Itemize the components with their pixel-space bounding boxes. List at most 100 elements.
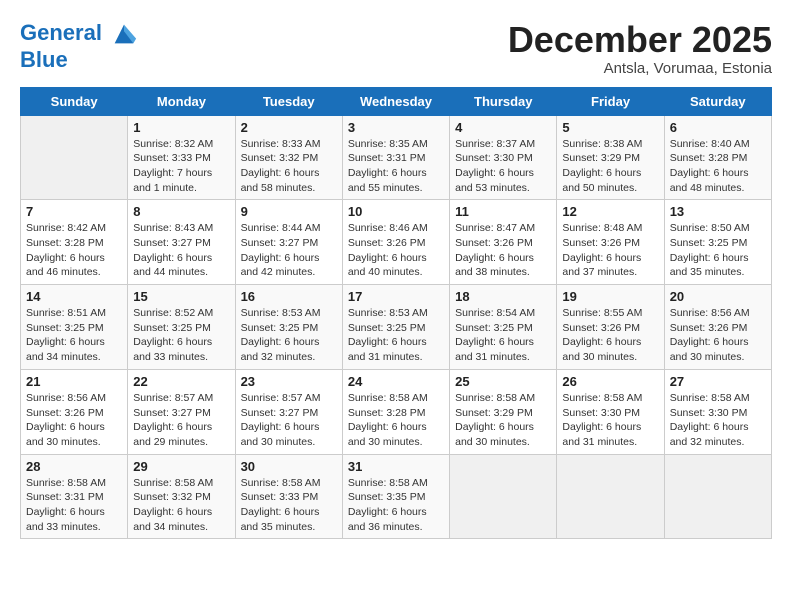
day-cell: 15 Sunrise: 8:52 AM Sunset: 3:25 PM Dayli…: [128, 285, 235, 370]
day-cell: 2Sunrise: 8:33 AM Sunset: 3:32 PM Daylig…: [235, 115, 342, 200]
day-info: Sunrise: 8:43 AM Sunset: 3:27 PM Dayligh…: [133, 221, 229, 280]
header-cell-wednesday: Wednesday: [342, 87, 449, 115]
header-cell-monday: Monday: [128, 87, 235, 115]
day-info: Sunrise: 8:53 AM Sunset: 3:25 PM Dayligh…: [348, 306, 444, 365]
day-cell: 17Sunrise: 8:53 AM Sunset: 3:25 PM Dayli…: [342, 285, 449, 370]
day-number: 4: [455, 120, 551, 135]
day-cell: 19 Sunrise: 8:55 AM Sunset: 3:26 PM Dayli…: [557, 285, 664, 370]
location-subtitle: Antsla, Vorumaa, Estonia: [508, 60, 772, 77]
week-row-4: 21Sunrise: 8:56 AM Sunset: 3:26 PM Dayli…: [21, 369, 772, 454]
day-number: 18: [455, 289, 551, 304]
day-info: Sunrise: 8:58 AM Sunset: 3:30 PM Dayligh…: [670, 391, 766, 450]
calendar-header: SundayMondayTuesdayWednesdayThursdayFrid…: [21, 87, 772, 115]
logo-icon: [110, 20, 138, 48]
day-info: Sunrise: 8:33 AM Sunset: 3:32 PM Dayligh…: [241, 137, 337, 196]
day-number: 6: [670, 120, 766, 135]
day-cell: 14Sunrise: 8:51 AM Sunset: 3:25 PM Dayli…: [21, 285, 128, 370]
day-cell: 26 Sunrise: 8:58 AM Sunset: 3:30 PM Dayli…: [557, 369, 664, 454]
day-cell: 30 Sunrise: 8:58 AM Sunset: 3:33 PM Dayli…: [235, 454, 342, 539]
day-number: 30: [241, 459, 337, 474]
day-number: 1: [133, 120, 229, 135]
day-cell: 25Sunrise: 8:58 AM Sunset: 3:29 PM Dayli…: [450, 369, 557, 454]
day-info: Sunrise: 8:44 AM Sunset: 3:27 PM Dayligh…: [241, 221, 337, 280]
day-number: 27: [670, 374, 766, 389]
day-cell: 8 Sunrise: 8:43 AM Sunset: 3:27 PM Daylig…: [128, 200, 235, 285]
header-cell-thursday: Thursday: [450, 87, 557, 115]
day-cell: 24 Sunrise: 8:58 AM Sunset: 3:28 PM Dayli…: [342, 369, 449, 454]
day-info: Sunrise: 8:58 AM Sunset: 3:32 PM Dayligh…: [133, 476, 229, 535]
page-header: General Blue December 2025 Antsla, Vorum…: [20, 20, 772, 77]
day-cell: 1 Sunrise: 8:32 AM Sunset: 3:33 PM Daylig…: [128, 115, 235, 200]
day-number: 19: [562, 289, 658, 304]
day-info: Sunrise: 8:58 AM Sunset: 3:31 PM Dayligh…: [26, 476, 122, 535]
day-number: 24: [348, 374, 444, 389]
day-number: 3: [348, 120, 444, 135]
day-number: 10: [348, 204, 444, 219]
week-row-5: 28Sunrise: 8:58 AM Sunset: 3:31 PM Dayli…: [21, 454, 772, 539]
header-row: SundayMondayTuesdayWednesdayThursdayFrid…: [21, 87, 772, 115]
day-cell: 21Sunrise: 8:56 AM Sunset: 3:26 PM Dayli…: [21, 369, 128, 454]
day-cell: 29 Sunrise: 8:58 AM Sunset: 3:32 PM Dayli…: [128, 454, 235, 539]
day-cell: 9 Sunrise: 8:44 AM Sunset: 3:27 PM Daylig…: [235, 200, 342, 285]
day-cell: 18 Sunrise: 8:54 AM Sunset: 3:25 PM Dayli…: [450, 285, 557, 370]
day-number: 12: [562, 204, 658, 219]
day-number: 8: [133, 204, 229, 219]
day-cell: 13 Sunrise: 8:50 AM Sunset: 3:25 PM Dayli…: [664, 200, 771, 285]
week-row-1: 1 Sunrise: 8:32 AM Sunset: 3:33 PM Daylig…: [21, 115, 772, 200]
day-info: Sunrise: 8:46 AM Sunset: 3:26 PM Dayligh…: [348, 221, 444, 280]
header-cell-sunday: Sunday: [21, 87, 128, 115]
day-info: Sunrise: 8:50 AM Sunset: 3:25 PM Dayligh…: [670, 221, 766, 280]
day-cell: 31Sunrise: 8:58 AM Sunset: 3:35 PM Dayli…: [342, 454, 449, 539]
day-info: Sunrise: 8:32 AM Sunset: 3:33 PM Dayligh…: [133, 137, 229, 196]
day-info: Sunrise: 8:53 AM Sunset: 3:25 PM Dayligh…: [241, 306, 337, 365]
day-info: Sunrise: 8:58 AM Sunset: 3:28 PM Dayligh…: [348, 391, 444, 450]
day-cell: 12 Sunrise: 8:48 AM Sunset: 3:26 PM Dayli…: [557, 200, 664, 285]
day-number: 16: [241, 289, 337, 304]
day-info: Sunrise: 8:47 AM Sunset: 3:26 PM Dayligh…: [455, 221, 551, 280]
day-info: Sunrise: 8:54 AM Sunset: 3:25 PM Dayligh…: [455, 306, 551, 365]
title-block: December 2025 Antsla, Vorumaa, Estonia: [508, 20, 772, 77]
day-info: Sunrise: 8:38 AM Sunset: 3:29 PM Dayligh…: [562, 137, 658, 196]
day-number: 15: [133, 289, 229, 304]
day-info: Sunrise: 8:52 AM Sunset: 3:25 PM Dayligh…: [133, 306, 229, 365]
day-cell: 7Sunrise: 8:42 AM Sunset: 3:28 PM Daylig…: [21, 200, 128, 285]
day-info: Sunrise: 8:57 AM Sunset: 3:27 PM Dayligh…: [133, 391, 229, 450]
day-number: 14: [26, 289, 122, 304]
day-number: 31: [348, 459, 444, 474]
day-cell: [450, 454, 557, 539]
day-info: Sunrise: 8:48 AM Sunset: 3:26 PM Dayligh…: [562, 221, 658, 280]
day-cell: 5 Sunrise: 8:38 AM Sunset: 3:29 PM Daylig…: [557, 115, 664, 200]
day-cell: 4Sunrise: 8:37 AM Sunset: 3:30 PM Daylig…: [450, 115, 557, 200]
day-cell: 22Sunrise: 8:57 AM Sunset: 3:27 PM Dayli…: [128, 369, 235, 454]
header-cell-saturday: Saturday: [664, 87, 771, 115]
day-info: Sunrise: 8:58 AM Sunset: 3:33 PM Dayligh…: [241, 476, 337, 535]
month-title: December 2025: [508, 20, 772, 60]
week-row-3: 14Sunrise: 8:51 AM Sunset: 3:25 PM Dayli…: [21, 285, 772, 370]
logo-text: General: [20, 20, 138, 48]
day-info: Sunrise: 8:40 AM Sunset: 3:28 PM Dayligh…: [670, 137, 766, 196]
day-number: 7: [26, 204, 122, 219]
day-number: 13: [670, 204, 766, 219]
calendar-table: SundayMondayTuesdayWednesdayThursdayFrid…: [20, 87, 772, 540]
day-info: Sunrise: 8:35 AM Sunset: 3:31 PM Dayligh…: [348, 137, 444, 196]
day-cell: 23Sunrise: 8:57 AM Sunset: 3:27 PM Dayli…: [235, 369, 342, 454]
logo-blue-text: Blue: [20, 48, 138, 72]
day-cell: 28Sunrise: 8:58 AM Sunset: 3:31 PM Dayli…: [21, 454, 128, 539]
day-info: Sunrise: 8:55 AM Sunset: 3:26 PM Dayligh…: [562, 306, 658, 365]
day-cell: 3 Sunrise: 8:35 AM Sunset: 3:31 PM Daylig…: [342, 115, 449, 200]
day-cell: 16 Sunrise: 8:53 AM Sunset: 3:25 PM Dayli…: [235, 285, 342, 370]
day-number: 9: [241, 204, 337, 219]
day-number: 26: [562, 374, 658, 389]
day-cell: 27 Sunrise: 8:58 AM Sunset: 3:30 PM Dayli…: [664, 369, 771, 454]
day-number: 29: [133, 459, 229, 474]
day-cell: [21, 115, 128, 200]
day-info: Sunrise: 8:58 AM Sunset: 3:30 PM Dayligh…: [562, 391, 658, 450]
day-info: Sunrise: 8:56 AM Sunset: 3:26 PM Dayligh…: [670, 306, 766, 365]
day-number: 23: [241, 374, 337, 389]
day-number: 25: [455, 374, 551, 389]
day-cell: 20Sunrise: 8:56 AM Sunset: 3:26 PM Dayli…: [664, 285, 771, 370]
day-cell: 11Sunrise: 8:47 AM Sunset: 3:26 PM Dayli…: [450, 200, 557, 285]
header-cell-tuesday: Tuesday: [235, 87, 342, 115]
day-cell: 6 Sunrise: 8:40 AM Sunset: 3:28 PM Daylig…: [664, 115, 771, 200]
day-number: 5: [562, 120, 658, 135]
